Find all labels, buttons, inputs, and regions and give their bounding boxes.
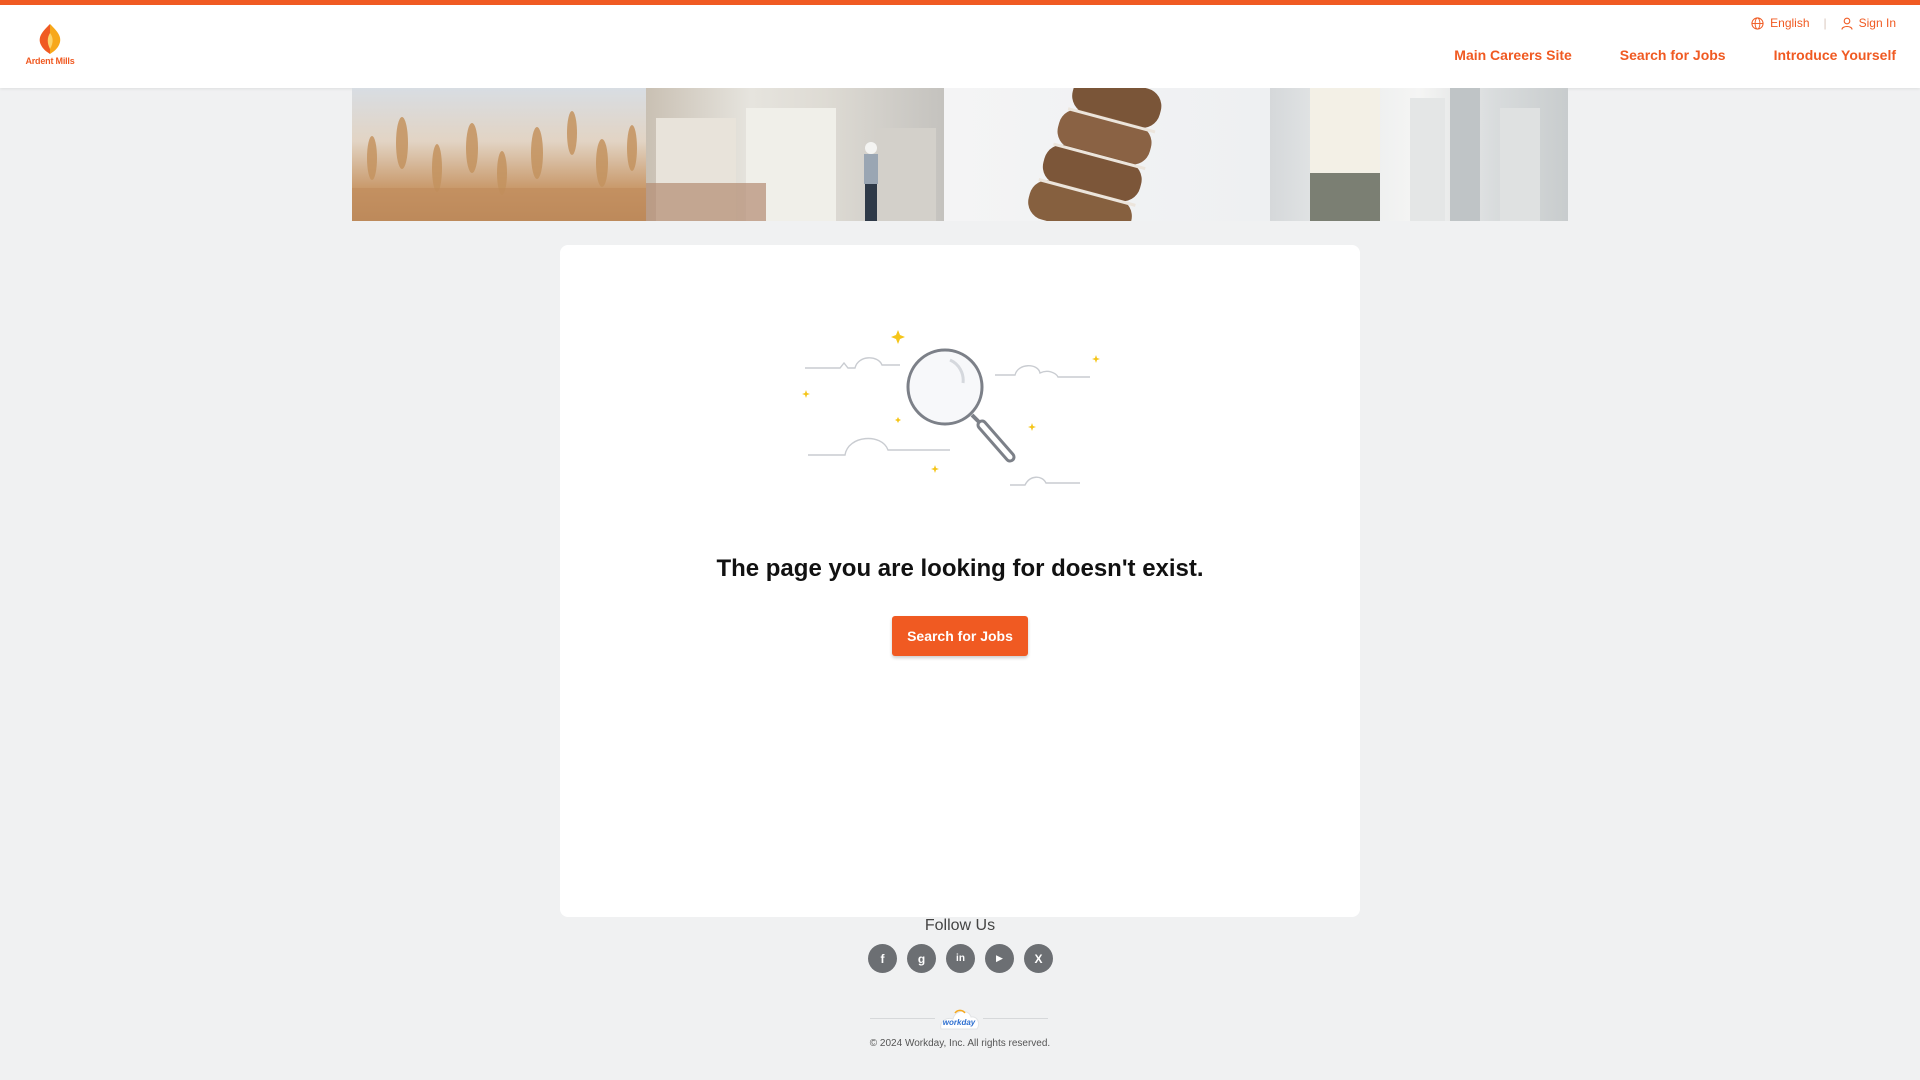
company-logo[interactable]: Ardent Mills [22,23,78,75]
follow-us-label: Follow Us [924,917,996,934]
mill-worker-photo [646,88,944,221]
copyright-text: © 2024 Workday, Inc. All rights reserved… [869,1038,1051,1049]
search-for-jobs-button[interactable]: Search for Jobs [892,616,1028,656]
globe-icon [1751,16,1764,30]
footer-divider-left [870,1018,935,1019]
utility-separator: | [1823,16,1827,30]
error-message: The page you are looking for doesn't exi… [716,555,1204,582]
language-label: English [1770,16,1810,30]
youtube-icon[interactable]: ▶ [985,944,1014,973]
top-header: Ardent Mills English | Sign In Main Care… [0,0,1920,88]
linkedin-icon[interactable]: in [946,944,975,973]
flour-tubes-photo [1270,88,1568,221]
logo-text: Ardent Mills [25,56,75,66]
wheat-field-photo [352,88,646,221]
workday-badge: workday [870,1003,1048,1033]
main-nav: Main Careers Site Search for Jobs Introd… [1454,47,1896,63]
nav-main-careers-site[interactable]: Main Careers Site [1454,47,1572,63]
flame-logo-icon [39,24,61,54]
language-selector[interactable]: English [1751,16,1810,30]
magnifying-glass-clouds-illustration [802,330,1100,486]
x-twitter-icon[interactable]: X [1024,944,1053,973]
sign-in-label: Sign In [1858,16,1896,30]
hero-banner [352,88,1568,221]
social-links: f g in ▶ X [868,944,1053,973]
sign-in-link[interactable]: Sign In [1841,16,1896,30]
nav-search-for-jobs[interactable]: Search for Jobs [1620,47,1726,63]
sliced-bread-photo [944,88,1270,221]
footer-divider-right [983,1018,1048,1019]
glassdoor-icon[interactable]: g [907,944,936,973]
user-icon [1841,17,1853,30]
workday-logo[interactable]: workday [937,1003,981,1031]
error-card: The page you are looking for doesn't exi… [560,245,1360,917]
workday-text: workday [942,1018,976,1027]
facebook-icon[interactable]: f [868,944,897,973]
utility-nav: English | Sign In [1751,16,1896,30]
nav-introduce-yourself[interactable]: Introduce Yourself [1774,47,1896,63]
